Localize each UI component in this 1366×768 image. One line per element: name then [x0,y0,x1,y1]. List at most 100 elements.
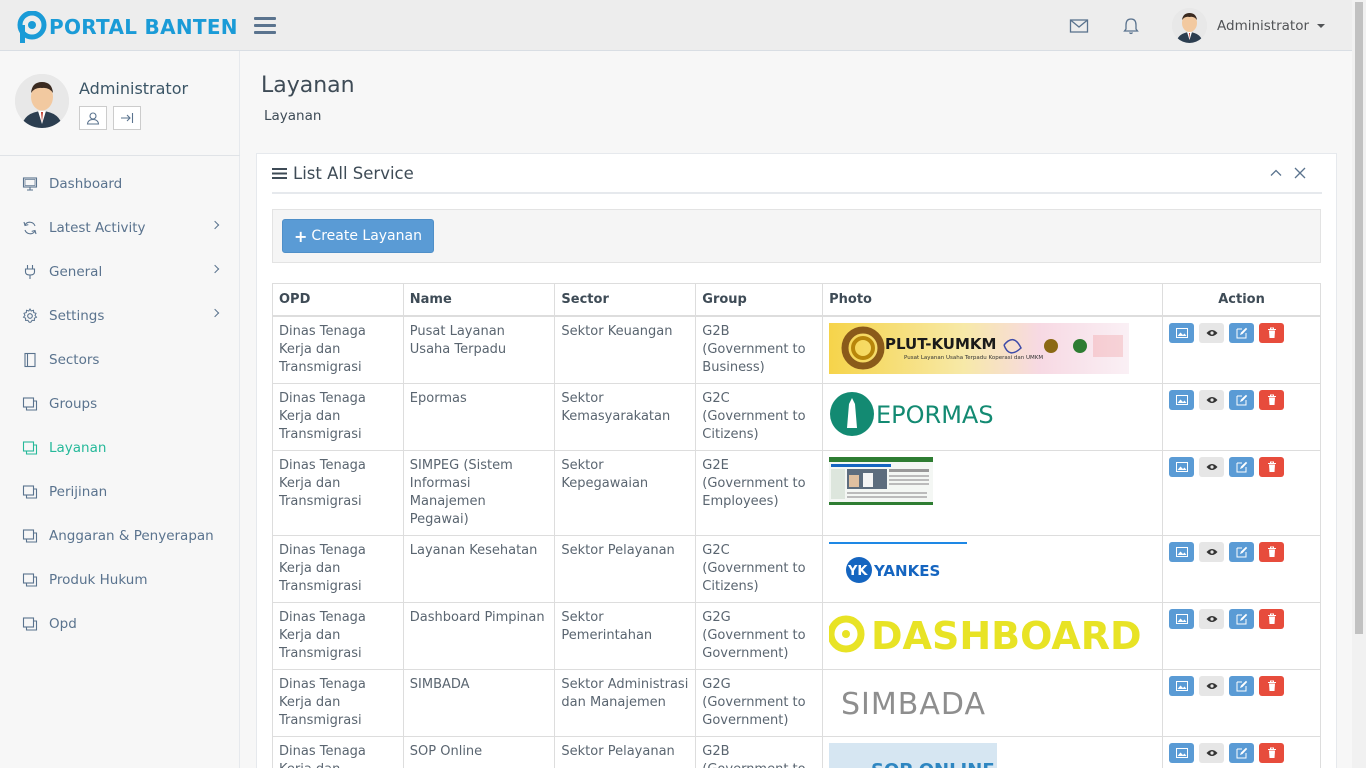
cell-sector: Sektor Keuangan [554,315,697,384]
cell-group: G2E (Government to Employees) [695,449,824,536]
column-header-opd[interactable]: OPD [272,283,404,317]
bell-icon[interactable] [1121,16,1141,36]
sidebar-item-settings[interactable]: Settings [0,294,240,338]
view-button[interactable] [1199,389,1225,410]
delete-button[interactable] [1259,322,1285,343]
sidebar-item-produk-hukum[interactable]: Produk Hukum [0,558,240,602]
delete-button[interactable] [1259,675,1285,696]
profile-button[interactable] [79,106,107,130]
cell-opd: Dinas Tenaga Kerja dan Transmigrasi [272,449,404,536]
image-button[interactable] [1169,675,1195,696]
sidebar-item-label: Groups [49,396,98,412]
edit-button[interactable] [1229,675,1255,696]
page-scrollbar[interactable] [1352,0,1366,768]
cell-opd: Dinas Tenaga Kerja dan Transmigrasi [272,534,404,603]
cell-name: SOP Online [402,735,556,768]
photo-subcaption: Pusat Layanan Usaha Terpadu Koperasi dan… [904,355,1043,361]
trash-icon [1267,461,1276,472]
delete-button[interactable] [1259,456,1285,477]
sidebar-item-anggaran[interactable]: Anggaran & Penyerapan [0,514,240,558]
sidebar-item-opd[interactable]: Opd [0,602,240,646]
cell-photo: PLUT-KUMKM Pusat Layanan Usaha Terpadu K… [822,315,1164,384]
sidebar-item-perijinan[interactable]: Perijinan [0,470,240,514]
table-row: Dinas Tenaga Kerja dan Transmigrasi Laya… [272,534,1321,603]
brand-logo-link[interactable]: PORTAL BANTEN [17,10,238,43]
image-button[interactable] [1169,389,1195,410]
cell-sector: Sektor Administrasi dan Manajemen [554,668,697,737]
edit-button[interactable] [1229,608,1255,629]
view-button[interactable] [1199,742,1225,763]
edit-button[interactable] [1229,456,1255,477]
chevron-right-icon [210,308,220,318]
table-header-row: OPD Name Sector Group Photo Action [272,283,1321,317]
cell-action [1162,534,1321,603]
view-button[interactable] [1199,322,1225,343]
cell-name: SIMBADA [402,668,556,737]
cell-action [1162,668,1321,737]
sidebar-item-general[interactable]: General [0,250,240,294]
delete-button[interactable] [1259,389,1285,410]
sidebar-divider [0,155,240,156]
edit-button[interactable] [1229,742,1255,763]
delete-button[interactable] [1259,541,1285,562]
edit-button[interactable] [1229,322,1255,343]
chevron-right-icon [210,220,220,230]
windows-icon [21,615,39,633]
create-layanan-button[interactable]: + Create Layanan [282,219,434,253]
cell-name: Layanan Kesehatan [402,534,556,603]
cell-photo: YK YANKES [822,534,1164,603]
trash-icon [1267,613,1276,624]
image-button[interactable] [1169,541,1195,562]
image-button[interactable] [1169,742,1195,763]
delete-button[interactable] [1259,608,1285,629]
view-button[interactable] [1199,541,1225,562]
delete-button[interactable] [1259,742,1285,763]
top-navbar: PORTAL BANTEN Administrator [0,0,1352,51]
column-header-sector[interactable]: Sector [554,283,697,317]
cell-photo: SIMBADA [822,668,1164,737]
main-content: Layanan Layanan List All Service + Creat… [241,51,1352,768]
edit-button[interactable] [1229,541,1255,562]
monitor-icon [21,175,39,193]
close-icon[interactable] [1294,167,1306,179]
image-button[interactable] [1169,608,1195,629]
view-button[interactable] [1199,456,1225,477]
trash-icon [1267,327,1276,338]
plug-icon [21,263,39,281]
edit-button[interactable] [1229,389,1255,410]
image-button[interactable] [1169,456,1195,477]
panel-toolbar: + Create Layanan [272,209,1321,263]
scrollbar-thumb[interactable] [1355,2,1363,634]
logout-button[interactable] [113,106,141,130]
profile-name: Administrator [79,79,189,98]
eye-icon [1206,463,1218,470]
cell-name: Dashboard Pimpinan [402,601,556,670]
cell-sector: Sektor Kemasyarakatan [554,382,697,451]
table-row: Dinas Tenaga Kerja dan Transmigrasi Pusa… [272,315,1321,384]
cell-opd: Dinas Tenaga Kerja dan Transmigrasi [272,601,404,670]
user-dropdown[interactable]: Administrator [1172,8,1326,43]
table-row: Dinas Tenaga Kerja dan Transmigrasi Dash… [272,601,1321,670]
sidebar-item-layanan[interactable]: Layanan [0,426,240,470]
column-header-group[interactable]: Group [695,283,824,317]
table-row: Dinas Tenaga Kerja dan Transmigrasi Epor… [272,382,1321,451]
view-button[interactable] [1199,608,1225,629]
column-header-name[interactable]: Name [402,283,556,317]
sidebar-item-dashboard[interactable]: Dashboard [0,162,240,206]
chevron-up-icon[interactable] [1270,167,1282,179]
photo-caption: PLUT-KUMKM [885,335,996,353]
image-button[interactable] [1169,322,1195,343]
column-header-photo[interactable]: Photo [822,283,1164,317]
service-table: OPD Name Sector Group Photo Action Dinas… [272,283,1321,768]
envelope-icon[interactable] [1069,16,1089,36]
sidebar-item-groups[interactable]: Groups [0,382,240,426]
cell-sector: Sektor Pemerintahan [554,601,697,670]
sidebar-item-latest-activity[interactable]: Latest Activity [0,206,240,250]
caret-down-icon [1317,23,1326,28]
portal-logo-icon [17,10,47,43]
sidebar-item-sectors[interactable]: Sectors [0,338,240,382]
view-button[interactable] [1199,675,1225,696]
column-header-action[interactable]: Action [1162,283,1321,317]
breadcrumb: Layanan [264,108,322,124]
menu-toggle-icon[interactable] [254,17,276,35]
